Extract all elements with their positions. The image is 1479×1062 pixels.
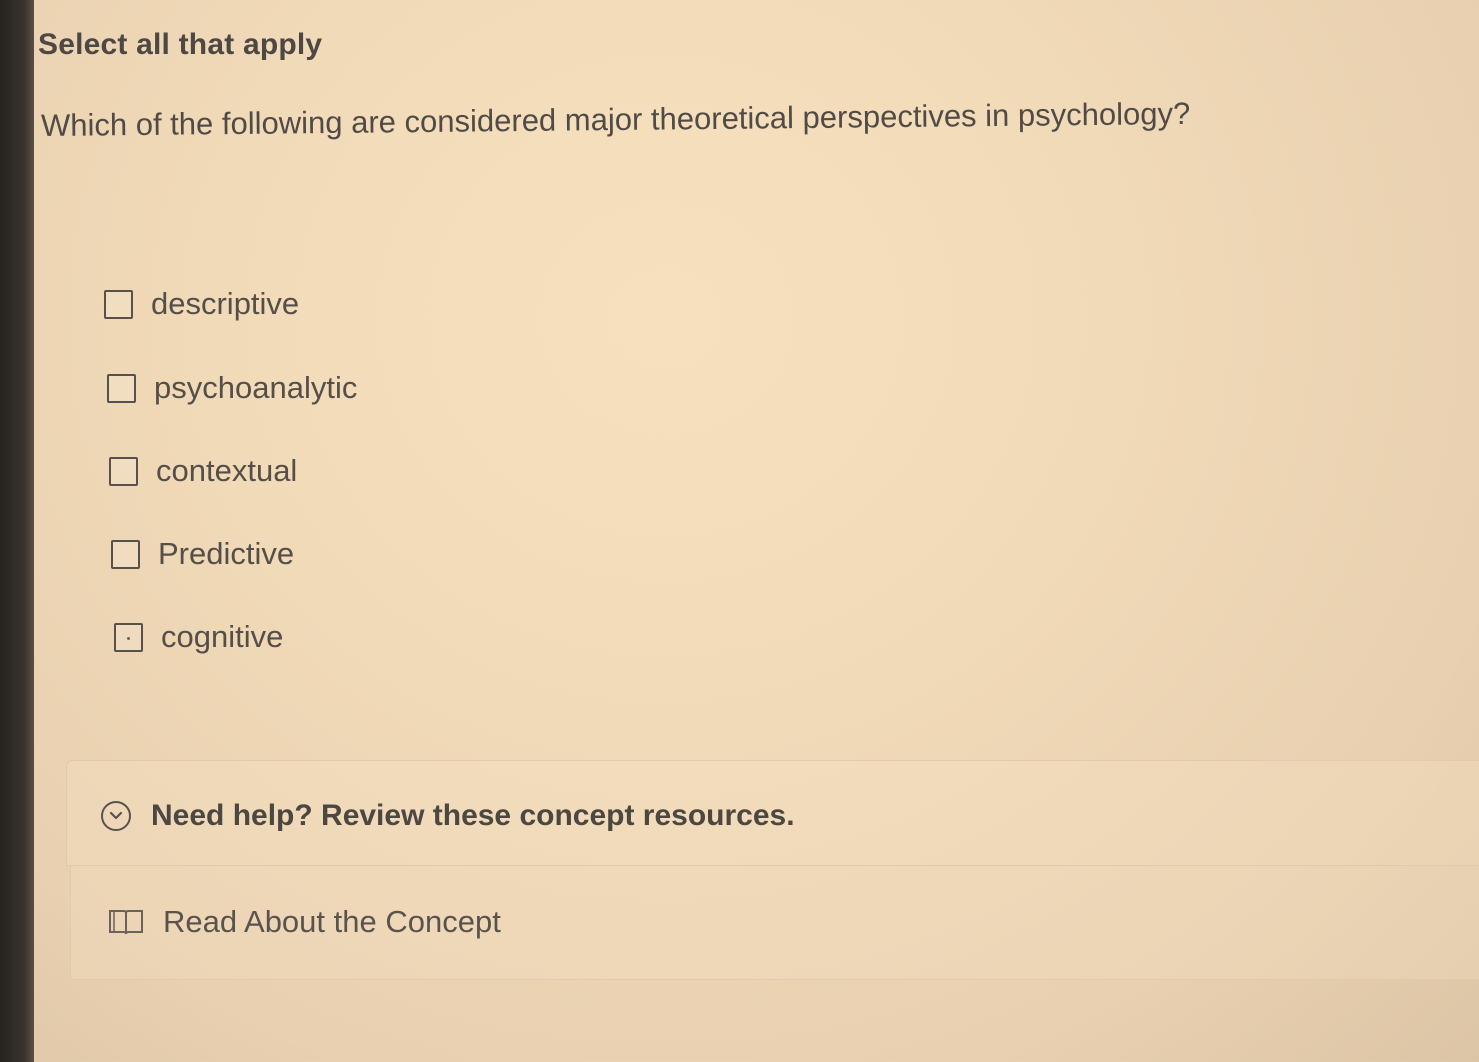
instruction-text: Select all that apply [38,28,323,61]
checkbox[interactable] [114,622,143,652]
option-predictive[interactable]: Predictive [111,536,294,572]
option-descriptive[interactable]: descriptive [104,286,299,322]
checkbox[interactable] [104,289,133,319]
book-icon [107,907,145,937]
question-page: Select all that apply Which of the follo… [34,0,1479,1062]
read-about-concept-link[interactable]: Read About the Concept [107,904,501,940]
help-toggle-label: Need help? Review these concept resource… [151,799,795,832]
option-label: cognitive [161,619,284,654]
option-cognitive[interactable]: cognitive [114,619,283,655]
option-contextual[interactable]: contextual [109,453,297,489]
resource-label: Read About the Concept [163,904,501,939]
option-label: psychoanalytic [154,370,358,405]
screen-bezel [0,0,34,1062]
option-psychoanalytic[interactable]: psychoanalytic [107,370,357,406]
checkbox[interactable] [107,373,136,403]
help-resources-toggle[interactable]: Need help? Review these concept resource… [101,799,795,833]
question-prompt: Which of the following are considered ma… [40,95,1191,143]
help-panel: Need help? Review these concept resource… [66,760,1479,866]
option-label: descriptive [151,286,300,321]
option-label: Predictive [158,536,295,571]
checkbox[interactable] [109,456,138,486]
option-label: contextual [156,453,298,488]
checkbox[interactable] [111,539,140,569]
chevron-down-circle-icon [101,801,131,831]
resource-panel: Read About the Concept [70,866,1479,980]
